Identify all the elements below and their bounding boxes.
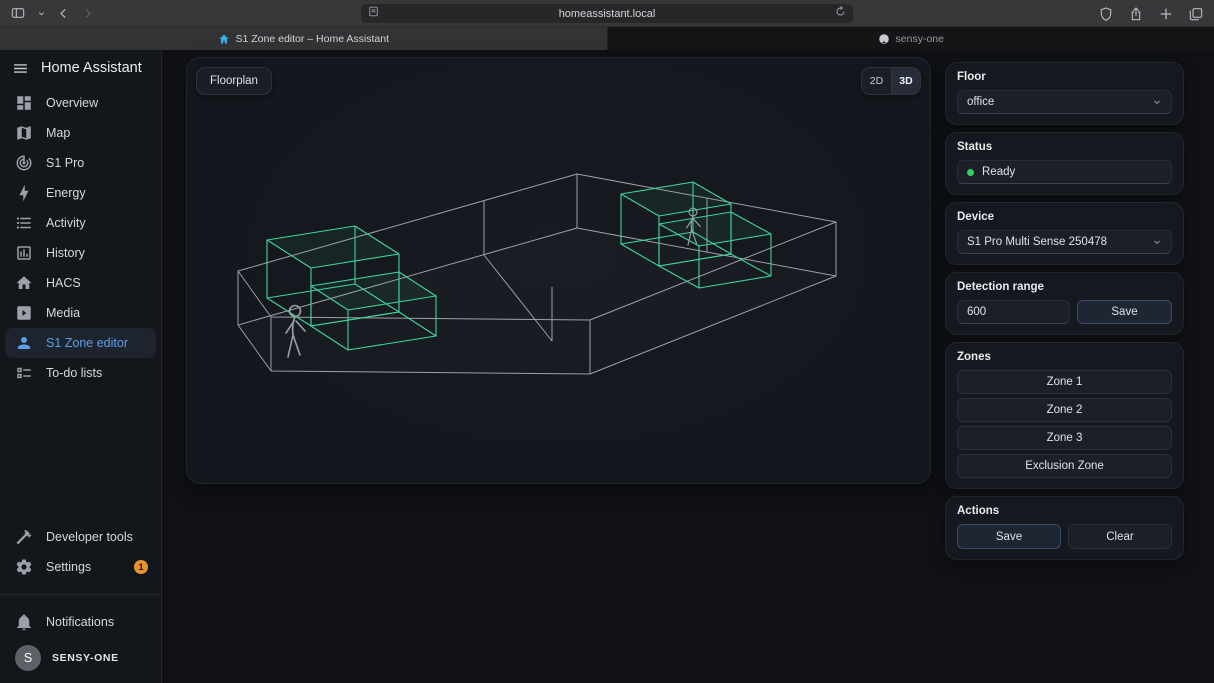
exclusion-zone-button[interactable]: Exclusion Zone: [957, 454, 1172, 478]
detection-range-card: Detection range Save: [945, 272, 1184, 335]
detection-range-save-button[interactable]: Save: [1077, 300, 1172, 324]
floor-title: Floor: [957, 71, 1172, 83]
gear-icon: [15, 558, 33, 576]
sidebar-bottom: Developer tools Settings 1 Notifications…: [0, 522, 161, 679]
hamburger-menu-icon[interactable]: [12, 60, 29, 77]
chevron-down-icon: [1152, 237, 1162, 247]
floor-card: Floor office: [945, 62, 1184, 125]
toggle-2d[interactable]: 2D: [862, 68, 891, 94]
privacy-shield-icon[interactable]: [1098, 6, 1114, 22]
app-title: Home Assistant: [41, 60, 142, 76]
device-title: Device: [957, 211, 1172, 223]
sidebar-item-hacs[interactable]: HACS: [5, 268, 156, 298]
map-icon: [15, 124, 33, 142]
home-assistant-app: Home Assistant Overview Map S1 Pro Ener: [0, 50, 1214, 683]
tab-overview-icon[interactable]: [1188, 6, 1204, 22]
browser-chrome: homeassistant.local S1 Zone editor – Hom…: [0, 0, 1214, 50]
sidebar-divider: [0, 594, 161, 595]
sidebar-item-notifications[interactable]: Notifications: [5, 607, 156, 637]
tab-active[interactable]: S1 Zone editor – Home Assistant: [0, 27, 607, 50]
zone-2-button[interactable]: Zone 2: [957, 398, 1172, 422]
back-icon[interactable]: [57, 7, 70, 20]
tab-title: sensy-one: [896, 33, 944, 45]
floorplan-card: Floorplan 2D 3D: [186, 57, 931, 484]
sidebar-item-media[interactable]: Media: [5, 298, 156, 328]
status-dot: [967, 169, 974, 176]
browser-toolbar: homeassistant.local: [0, 0, 1214, 27]
actions-clear-button[interactable]: Clear: [1068, 524, 1172, 549]
home-assistant-favicon: [218, 33, 230, 45]
sidebar-item-activity[interactable]: Activity: [5, 208, 156, 238]
clipboard-list-icon: [15, 364, 33, 382]
tab-strip: S1 Zone editor – Home Assistant sensy-on…: [0, 27, 1214, 50]
lightning-bolt-icon: [15, 184, 33, 202]
zone-3-button[interactable]: Zone 3: [957, 426, 1172, 450]
status-title: Status: [957, 141, 1172, 153]
zones-title: Zones: [957, 351, 1172, 363]
floorplan-button[interactable]: Floorplan: [196, 67, 272, 95]
reload-icon[interactable]: [834, 5, 847, 23]
sidebar-item-map[interactable]: Map: [5, 118, 156, 148]
device-select[interactable]: S1 Pro Multi Sense 250478: [957, 230, 1172, 254]
floor-value: office: [967, 96, 994, 108]
floor-select[interactable]: office: [957, 90, 1172, 114]
actions-title: Actions: [957, 505, 1172, 517]
room-wireframe: [238, 174, 836, 374]
forward-icon[interactable]: [81, 7, 94, 20]
screen: homeassistant.local S1 Zone editor – Hom…: [0, 0, 1214, 683]
detection-range-title: Detection range: [957, 281, 1172, 293]
settings-badge: 1: [134, 560, 148, 574]
sidebar-item-settings[interactable]: Settings 1: [5, 552, 156, 582]
avatar: S: [15, 645, 41, 671]
view-dashboard-icon: [15, 94, 33, 112]
device-value: S1 Pro Multi Sense 250478: [967, 236, 1107, 248]
toggle-3d[interactable]: 3D: [891, 68, 920, 94]
sidebar-item-s1-pro[interactable]: S1 Pro: [5, 148, 156, 178]
settings-panel: Floor office Status Ready Device: [945, 62, 1184, 567]
chevron-down-icon[interactable]: [37, 9, 46, 18]
url-text: homeassistant.local: [380, 8, 834, 20]
sidebar-item-s1-zone-editor[interactable]: S1 Zone editor: [5, 328, 156, 358]
tab-inactive[interactable]: sensy-one: [607, 27, 1214, 50]
radar-icon: [15, 154, 33, 172]
status-value: Ready: [982, 166, 1015, 178]
status-card: Status Ready: [945, 132, 1184, 195]
sidebar-item-todo-lists[interactable]: To-do lists: [5, 358, 156, 388]
bell-icon: [15, 613, 33, 631]
motion-sensor-icon: [15, 334, 33, 352]
new-tab-icon[interactable]: [1158, 6, 1174, 22]
device-card: Device S1 Pro Multi Sense 250478: [945, 202, 1184, 265]
sidebar-item-energy[interactable]: Energy: [5, 178, 156, 208]
sidebar-item-history[interactable]: History: [5, 238, 156, 268]
list-bulleted-icon: [15, 214, 33, 232]
play-box-icon: [15, 304, 33, 322]
main-content: Floorplan 2D 3D: [162, 50, 1214, 683]
actions-save-button[interactable]: Save: [957, 524, 1061, 549]
actions-card: Actions Save Clear: [945, 496, 1184, 560]
zones-card: Zones Zone 1 Zone 2 Zone 3 Exclusion Zon…: [945, 342, 1184, 489]
sidebar-item-overview[interactable]: Overview: [5, 88, 156, 118]
sidebar-item-developer-tools[interactable]: Developer tools: [5, 522, 156, 552]
share-icon[interactable]: [1128, 6, 1144, 22]
user-name: SENSY-ONE: [52, 652, 119, 664]
zone-1-button[interactable]: Zone 1: [957, 370, 1172, 394]
view-toggle: 2D 3D: [861, 67, 921, 95]
tab-title: S1 Zone editor – Home Assistant: [236, 33, 390, 45]
hammer-icon: [15, 528, 33, 546]
url-bar[interactable]: homeassistant.local: [361, 4, 853, 23]
hacs-icon: [15, 274, 33, 292]
chevron-down-icon: [1152, 97, 1162, 107]
user-profile[interactable]: S SENSY-ONE: [5, 637, 156, 679]
page-icon: [367, 5, 380, 23]
github-icon: [878, 33, 890, 45]
status-field: Ready: [957, 160, 1172, 184]
sidebar: Home Assistant Overview Map S1 Pro Ener: [0, 50, 162, 683]
floorplan-3d-view[interactable]: [187, 58, 931, 484]
detection-range-input[interactable]: [957, 300, 1070, 324]
sidebar-nav: Overview Map S1 Pro Energy Activity: [0, 88, 161, 388]
sidebar-toggle-icon[interactable]: [10, 5, 26, 21]
chart-box-icon: [15, 244, 33, 262]
